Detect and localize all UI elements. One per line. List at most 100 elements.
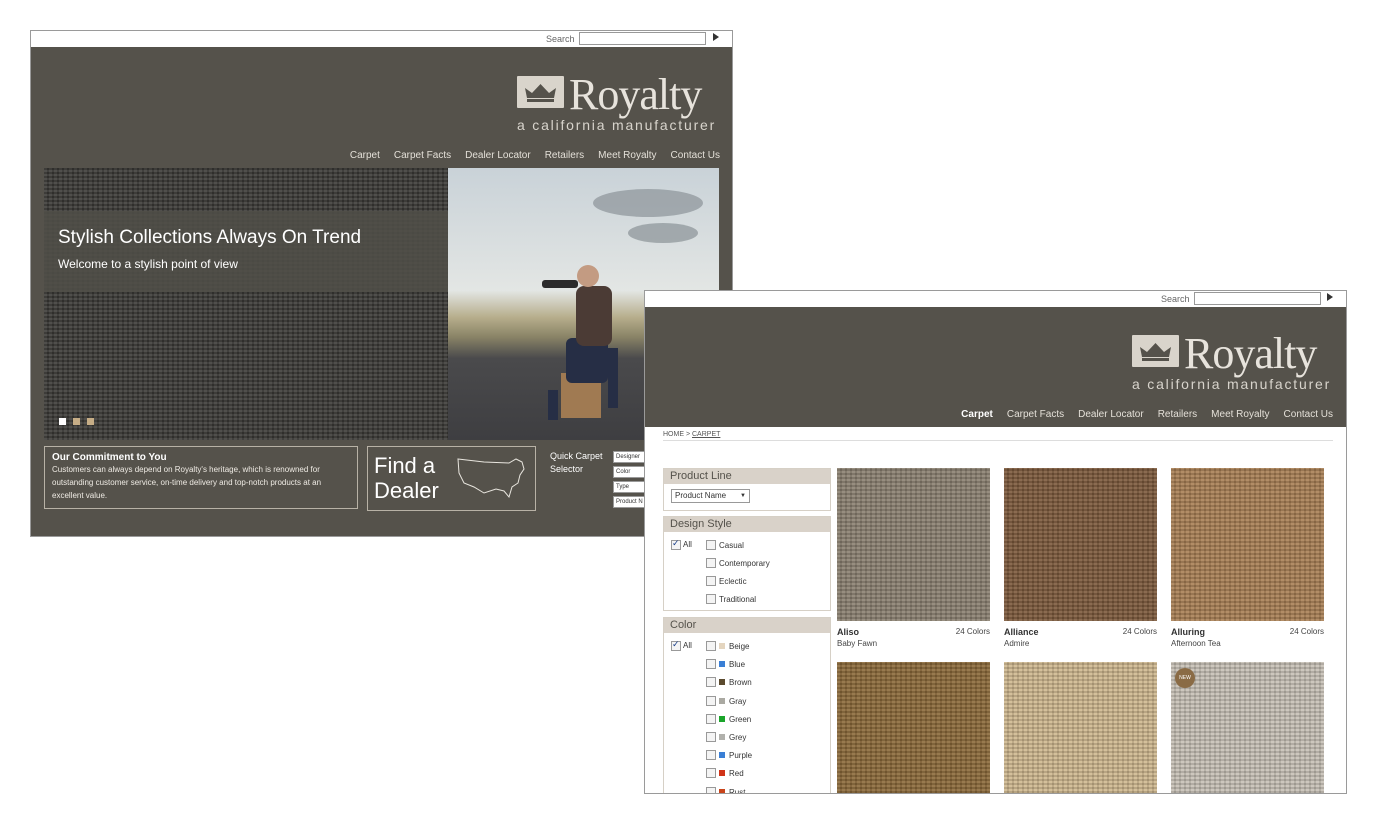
nav-carpet[interactable]: Carpet: [961, 409, 993, 420]
hero-title: Stylish Collections Always On Trend: [58, 227, 362, 248]
quick-selector-label: Quick Carpet Selector: [550, 450, 603, 476]
design-all-checkbox[interactable]: [671, 538, 681, 550]
color-purple-swatch: [719, 752, 725, 759]
product-name[interactable]: Alliance: [1004, 627, 1039, 637]
search-go-icon[interactable]: [1327, 293, 1333, 301]
product-color-count: 24 Colors: [955, 627, 990, 636]
color-filter: Color All Beige Blue Brown Gray Green Grey Pur…: [663, 617, 831, 794]
nav-contact-us[interactable]: Contact Us: [1284, 409, 1333, 420]
slider-dot-2[interactable]: [73, 418, 80, 425]
breadcrumb-carpet[interactable]: CARPET: [692, 431, 720, 438]
search-input[interactable]: [579, 32, 706, 45]
nav-meet-royalty[interactable]: Meet Royalty: [1211, 409, 1269, 420]
design-traditional-label: Traditional: [719, 595, 757, 604]
commitment-panel: Our Commitment to You Customers can alwa…: [44, 446, 358, 509]
design-eclectic-checkbox[interactable]: [706, 576, 716, 586]
product-swatch-image[interactable]: [1004, 662, 1157, 793]
brand-logo-text[interactable]: Royalty: [569, 73, 702, 117]
design-contemporary-label: Contemporary: [719, 559, 770, 568]
design-style-title: Design Style: [664, 517, 830, 532]
color-beige-label: Beige: [729, 642, 750, 651]
color-beige-swatch: [719, 643, 725, 649]
breadcrumb-home[interactable]: HOME: [663, 431, 684, 438]
find-dealer-line2: Dealer: [374, 478, 439, 503]
color-brown-swatch: [719, 679, 725, 686]
color-all-label: All: [683, 641, 692, 650]
product-name[interactable]: Aliso: [837, 627, 859, 637]
quick-selector-line1: Quick Carpet: [550, 451, 603, 461]
design-casual-label: Casual: [719, 541, 744, 550]
search-label: Search: [546, 34, 575, 44]
breadcrumb-divider: [663, 440, 1333, 441]
nav-dealer-locator[interactable]: Dealer Locator: [465, 150, 531, 161]
search-go-icon[interactable]: [713, 33, 719, 41]
nav-carpet-facts[interactable]: Carpet Facts: [394, 150, 451, 161]
color-rust-checkbox[interactable]: [706, 786, 716, 793]
color-rust-label: Rust: [729, 787, 746, 794]
color-purple-label: Purple: [729, 751, 753, 761]
find-dealer-panel[interactable]: Find a Dealer: [367, 446, 536, 511]
slider-dot-3[interactable]: [87, 418, 94, 425]
color-green-checkbox[interactable]: [706, 713, 716, 724]
color-beige-checkbox[interactable]: [706, 641, 716, 651]
site-header: Royalty a california manufacturer Carpet…: [31, 47, 732, 167]
search-input[interactable]: [1194, 292, 1321, 305]
slider-dot-1[interactable]: [59, 418, 66, 425]
top-search-bar: Search: [31, 31, 732, 47]
nav-meet-royalty[interactable]: Meet Royalty: [598, 150, 656, 161]
nav-retailers[interactable]: Retailers: [545, 150, 584, 161]
crown-logo-icon[interactable]: [1132, 335, 1179, 367]
color-title: Color: [664, 618, 830, 633]
color-gray-swatch: [719, 697, 725, 704]
nav-dealer-locator[interactable]: Dealer Locator: [1078, 409, 1144, 420]
color-all-checkbox[interactable]: [671, 639, 681, 651]
product-name[interactable]: Alluring: [1171, 627, 1205, 637]
product-color-name: Baby Fawn: [837, 639, 878, 648]
design-traditional-checkbox[interactable]: [706, 594, 716, 604]
carpet-catalog-window: Search Royalty a california manufacturer…: [644, 290, 1347, 794]
nav-retailers[interactable]: Retailers: [1158, 409, 1197, 420]
color-blue-checkbox[interactable]: [706, 659, 716, 670]
brand-logo-text[interactable]: Royalty: [1184, 332, 1317, 376]
color-grey-swatch: [719, 734, 725, 740]
brand-tagline: a california manufacturer: [517, 117, 717, 133]
usa-map-icon: [457, 458, 525, 499]
design-all-label: All: [683, 540, 692, 549]
commitment-text: Customers can always depend on Royalty's…: [52, 465, 322, 500]
product-swatch-image[interactable]: [1004, 468, 1157, 621]
color-brown-checkbox[interactable]: [706, 677, 716, 688]
color-grey-checkbox[interactable]: [706, 732, 716, 742]
brand-tagline: a california manufacturer: [1132, 376, 1332, 392]
search-label: Search: [1161, 294, 1190, 304]
hero-carpet-image: [44, 168, 448, 440]
find-dealer-line1: Find a: [374, 453, 436, 478]
color-blue-swatch: [719, 661, 725, 668]
color-green-label: Green: [729, 714, 752, 724]
product-color-name: Admire: [1004, 639, 1030, 648]
color-gray-checkbox[interactable]: [706, 695, 716, 706]
nav-carpet-facts[interactable]: Carpet Facts: [1007, 409, 1064, 420]
product-name-dropdown[interactable]: Product Name ▼: [671, 489, 750, 503]
product-color-name: Afternoon Tea: [1171, 639, 1221, 648]
nav-carpet[interactable]: Carpet: [350, 150, 380, 161]
color-red-checkbox[interactable]: [706, 768, 716, 779]
product-swatch-image[interactable]: [837, 662, 990, 793]
color-blue-label: Blue: [729, 660, 746, 670]
hero-subtitle: Welcome to a stylish point of view: [58, 257, 238, 271]
crown-logo-icon[interactable]: [517, 76, 564, 108]
color-purple-checkbox[interactable]: [706, 750, 716, 761]
design-casual-checkbox[interactable]: [706, 540, 716, 550]
nav-contact-us[interactable]: Contact Us: [671, 150, 720, 161]
design-eclectic-label: Eclectic: [719, 577, 747, 586]
product-color-count: 24 Colors: [1122, 627, 1157, 636]
product-swatch-image[interactable]: [1171, 468, 1324, 621]
hero-caption-band: [44, 211, 448, 292]
color-red-swatch: [719, 770, 725, 777]
product-line-filter: Product Line Product Name ▼: [663, 468, 831, 511]
breadcrumb: HOME > CARPET: [663, 431, 720, 438]
design-contemporary-checkbox[interactable]: [706, 558, 716, 568]
find-dealer-text: Find a Dealer: [374, 453, 439, 503]
product-line-title: Product Line: [664, 469, 830, 484]
design-style-filter: Design Style All Casual Contemporary Ecl…: [663, 516, 831, 611]
product-swatch-image[interactable]: [837, 468, 990, 621]
